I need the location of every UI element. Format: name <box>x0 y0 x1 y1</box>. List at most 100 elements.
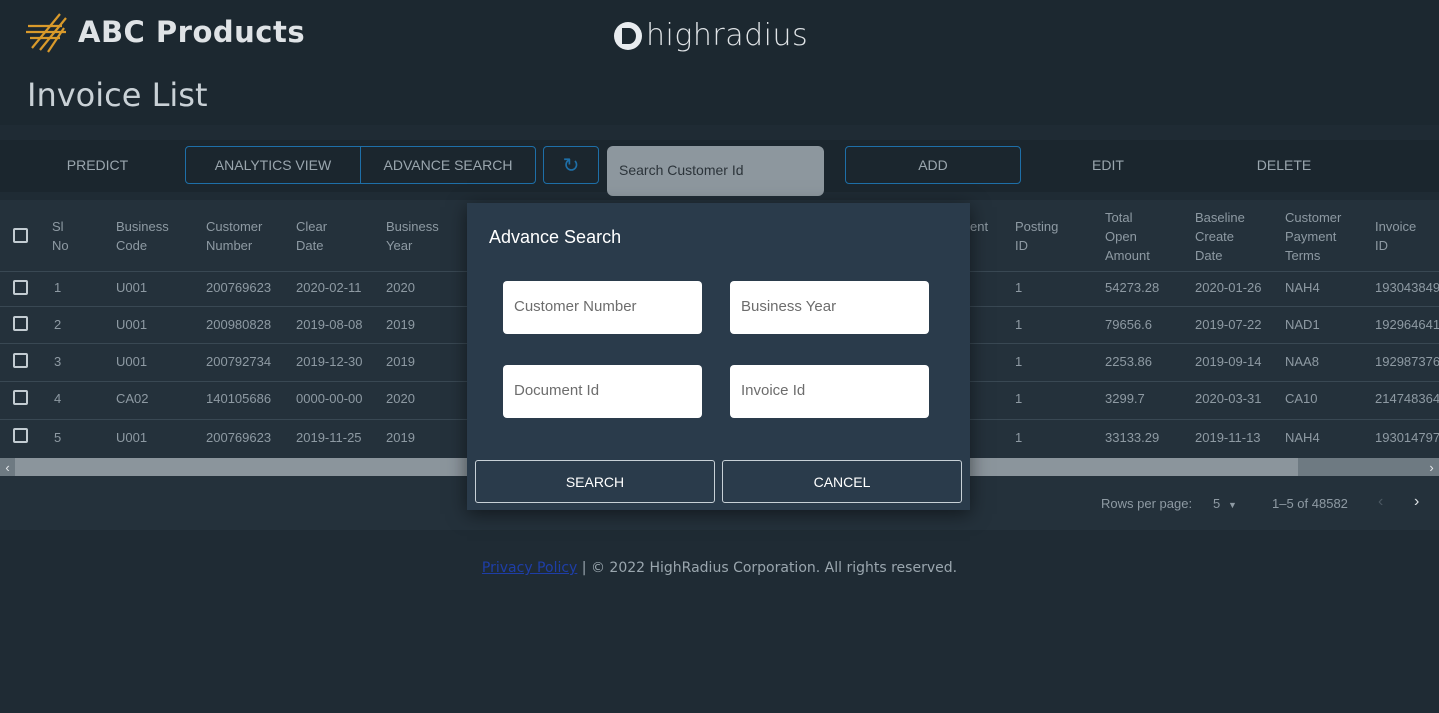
toolbar: PREDICT ANALYTICS VIEW ADVANCE SEARCH ↻ … <box>0 140 1439 196</box>
cell-invoice-id: 192964641 <box>1375 317 1439 332</box>
privacy-policy-link[interactable]: Privacy Policy <box>482 560 577 576</box>
cell-customer-number: 200769623 <box>206 280 272 295</box>
cell-clear-date: 0000-00-00 <box>296 391 363 406</box>
cell-business-year: 2019 <box>386 354 415 369</box>
brand-logo: ABC Products <box>22 10 305 54</box>
column-header-customer-number[interactable]: Customer Number <box>206 200 262 272</box>
cell-customer-number: 200980828 <box>206 317 272 332</box>
column-header-posting-id[interactable]: Posting ID <box>1015 200 1058 272</box>
advance-search-button[interactable]: ADVANCE SEARCH <box>360 146 536 184</box>
row-checkbox[interactable] <box>13 280 28 295</box>
cell-posting-id: 1 <box>1015 280 1023 295</box>
cell-sl-no: 2 <box>54 317 62 332</box>
cell-clear-date: 2019-11-25 <box>296 430 362 445</box>
cell-total-open-amount: 54273.28 <box>1105 280 1160 295</box>
cell-total-open-amount: 2253.86 <box>1105 354 1152 369</box>
delete-button[interactable]: DELETE <box>1196 146 1372 184</box>
cell-posting-id: 1 <box>1015 391 1023 406</box>
cell-business-code: U001 <box>116 430 148 445</box>
cell-sl-no: 5 <box>54 430 62 445</box>
customer-number-field[interactable]: Customer Number <box>503 281 702 334</box>
cell-invoice-id: 193043849 <box>1375 280 1439 295</box>
partner-name: highradius <box>646 18 809 53</box>
cell-sl-no: 3 <box>54 354 62 369</box>
row-checkbox[interactable] <box>13 316 28 331</box>
cell-sl-no: 1 <box>54 280 62 295</box>
footer: Privacy Policy | © 2022 HighRadius Corpo… <box>0 560 1439 576</box>
cell-invoice-id: 193014797 <box>1375 430 1439 445</box>
column-header-business-code[interactable]: Business Code <box>116 200 169 272</box>
document-id-field[interactable]: Document Id <box>503 365 702 418</box>
cell-invoice-id: 214748364 <box>1375 391 1439 406</box>
highradius-logo: highradius <box>614 18 808 53</box>
cell-business-code: U001 <box>116 317 148 332</box>
cell-baseline-create-date: 2020-01-26 <box>1195 280 1262 295</box>
brand-name: ABC Products <box>78 15 306 49</box>
invoice-id-field[interactable]: Invoice Id <box>730 365 929 418</box>
column-header-total-open-amount[interactable]: Total Open Amount <box>1105 200 1150 272</box>
cell-posting-id: 1 <box>1015 317 1023 332</box>
cell-business-year: 2019 <box>386 317 415 332</box>
search-customer-input[interactable]: Search Customer Id <box>607 146 824 196</box>
dropdown-arrow-icon[interactable]: ▼ <box>1228 500 1237 510</box>
column-header-partial[interactable]: ent <box>970 190 988 262</box>
cell-invoice-id: 192987376 <box>1375 354 1439 369</box>
cell-posting-id: 1 <box>1015 354 1023 369</box>
column-header-invoice-id[interactable]: Invoice ID <box>1375 200 1416 272</box>
cell-baseline-create-date: 2020-03-31 <box>1195 391 1262 406</box>
cell-payment-terms: NAD1 <box>1285 317 1320 332</box>
cell-clear-date: 2019-08-08 <box>296 317 363 332</box>
page-title: Invoice List <box>27 76 208 114</box>
next-page-icon[interactable]: › <box>1414 493 1419 511</box>
row-checkbox[interactable] <box>13 428 28 443</box>
scroll-right-icon[interactable]: › <box>1424 458 1439 476</box>
column-header-business-year[interactable]: Business Year <box>386 200 439 272</box>
cell-payment-terms: CA10 <box>1285 391 1318 406</box>
cell-customer-number: 140105686 <box>206 391 272 406</box>
search-button[interactable]: SEARCH <box>475 460 715 503</box>
pagination-range: 1–5 of 48582 <box>1272 496 1348 511</box>
cell-payment-terms: NAH4 <box>1285 280 1320 295</box>
top-bar: ABC Products highradius Invoice List <box>0 0 1439 125</box>
column-header-clear-date[interactable]: Clear Date <box>296 200 327 272</box>
abc-logo-icon <box>26 13 67 53</box>
rows-per-page-label: Rows per page: <box>1101 496 1193 511</box>
cell-posting-id: 1 <box>1015 430 1023 445</box>
cell-clear-date: 2019-12-30 <box>296 354 363 369</box>
column-header-sl-no[interactable]: Sl No <box>52 200 69 272</box>
copyright-text: | © 2022 HighRadius Corporation. All rig… <box>581 560 958 576</box>
add-button[interactable]: ADD <box>845 146 1021 184</box>
rows-per-page-select[interactable]: 5 <box>1213 496 1220 511</box>
cell-business-code: CA02 <box>116 391 149 406</box>
row-checkbox[interactable] <box>13 353 28 368</box>
row-checkbox[interactable] <box>13 390 28 405</box>
cell-payment-terms: NAH4 <box>1285 430 1320 445</box>
cell-baseline-create-date: 2019-09-14 <box>1195 354 1262 369</box>
cell-payment-terms: NAA8 <box>1285 354 1319 369</box>
cancel-button[interactable]: CANCEL <box>722 460 962 503</box>
cell-total-open-amount: 79656.6 <box>1105 317 1152 332</box>
cell-customer-number: 200769623 <box>206 430 272 445</box>
cell-business-code: U001 <box>116 354 148 369</box>
cell-clear-date: 2020-02-11 <box>296 280 362 295</box>
cell-total-open-amount: 33133.29 <box>1105 430 1160 445</box>
predict-button[interactable]: PREDICT <box>10 146 185 184</box>
cell-business-code: U001 <box>116 280 148 295</box>
analytics-view-button[interactable]: ANALYTICS VIEW <box>185 146 361 184</box>
refresh-button[interactable]: ↻ <box>543 146 599 184</box>
cell-baseline-create-date: 2019-07-22 <box>1195 317 1262 332</box>
cell-baseline-create-date: 2019-11-13 <box>1195 430 1261 445</box>
select-all-checkbox[interactable] <box>13 228 28 243</box>
business-year-field[interactable]: Business Year <box>730 281 929 334</box>
edit-button[interactable]: EDIT <box>1020 146 1196 184</box>
advance-search-dialog: Advance Search Customer Number Business … <box>467 203 970 510</box>
column-header-baseline-create-date[interactable]: Baseline Create Date <box>1195 200 1245 272</box>
cell-customer-number: 200792734 <box>206 354 272 369</box>
cell-sl-no: 4 <box>54 391 62 406</box>
column-header-payment-terms[interactable]: Customer Payment Terms <box>1285 200 1341 272</box>
cell-business-year: 2019 <box>386 430 415 445</box>
prev-page-icon[interactable]: ‹ <box>1378 493 1383 511</box>
cell-business-year: 2020 <box>386 280 415 295</box>
scroll-left-icon[interactable]: ‹ <box>0 458 15 476</box>
highradius-icon <box>614 21 642 50</box>
